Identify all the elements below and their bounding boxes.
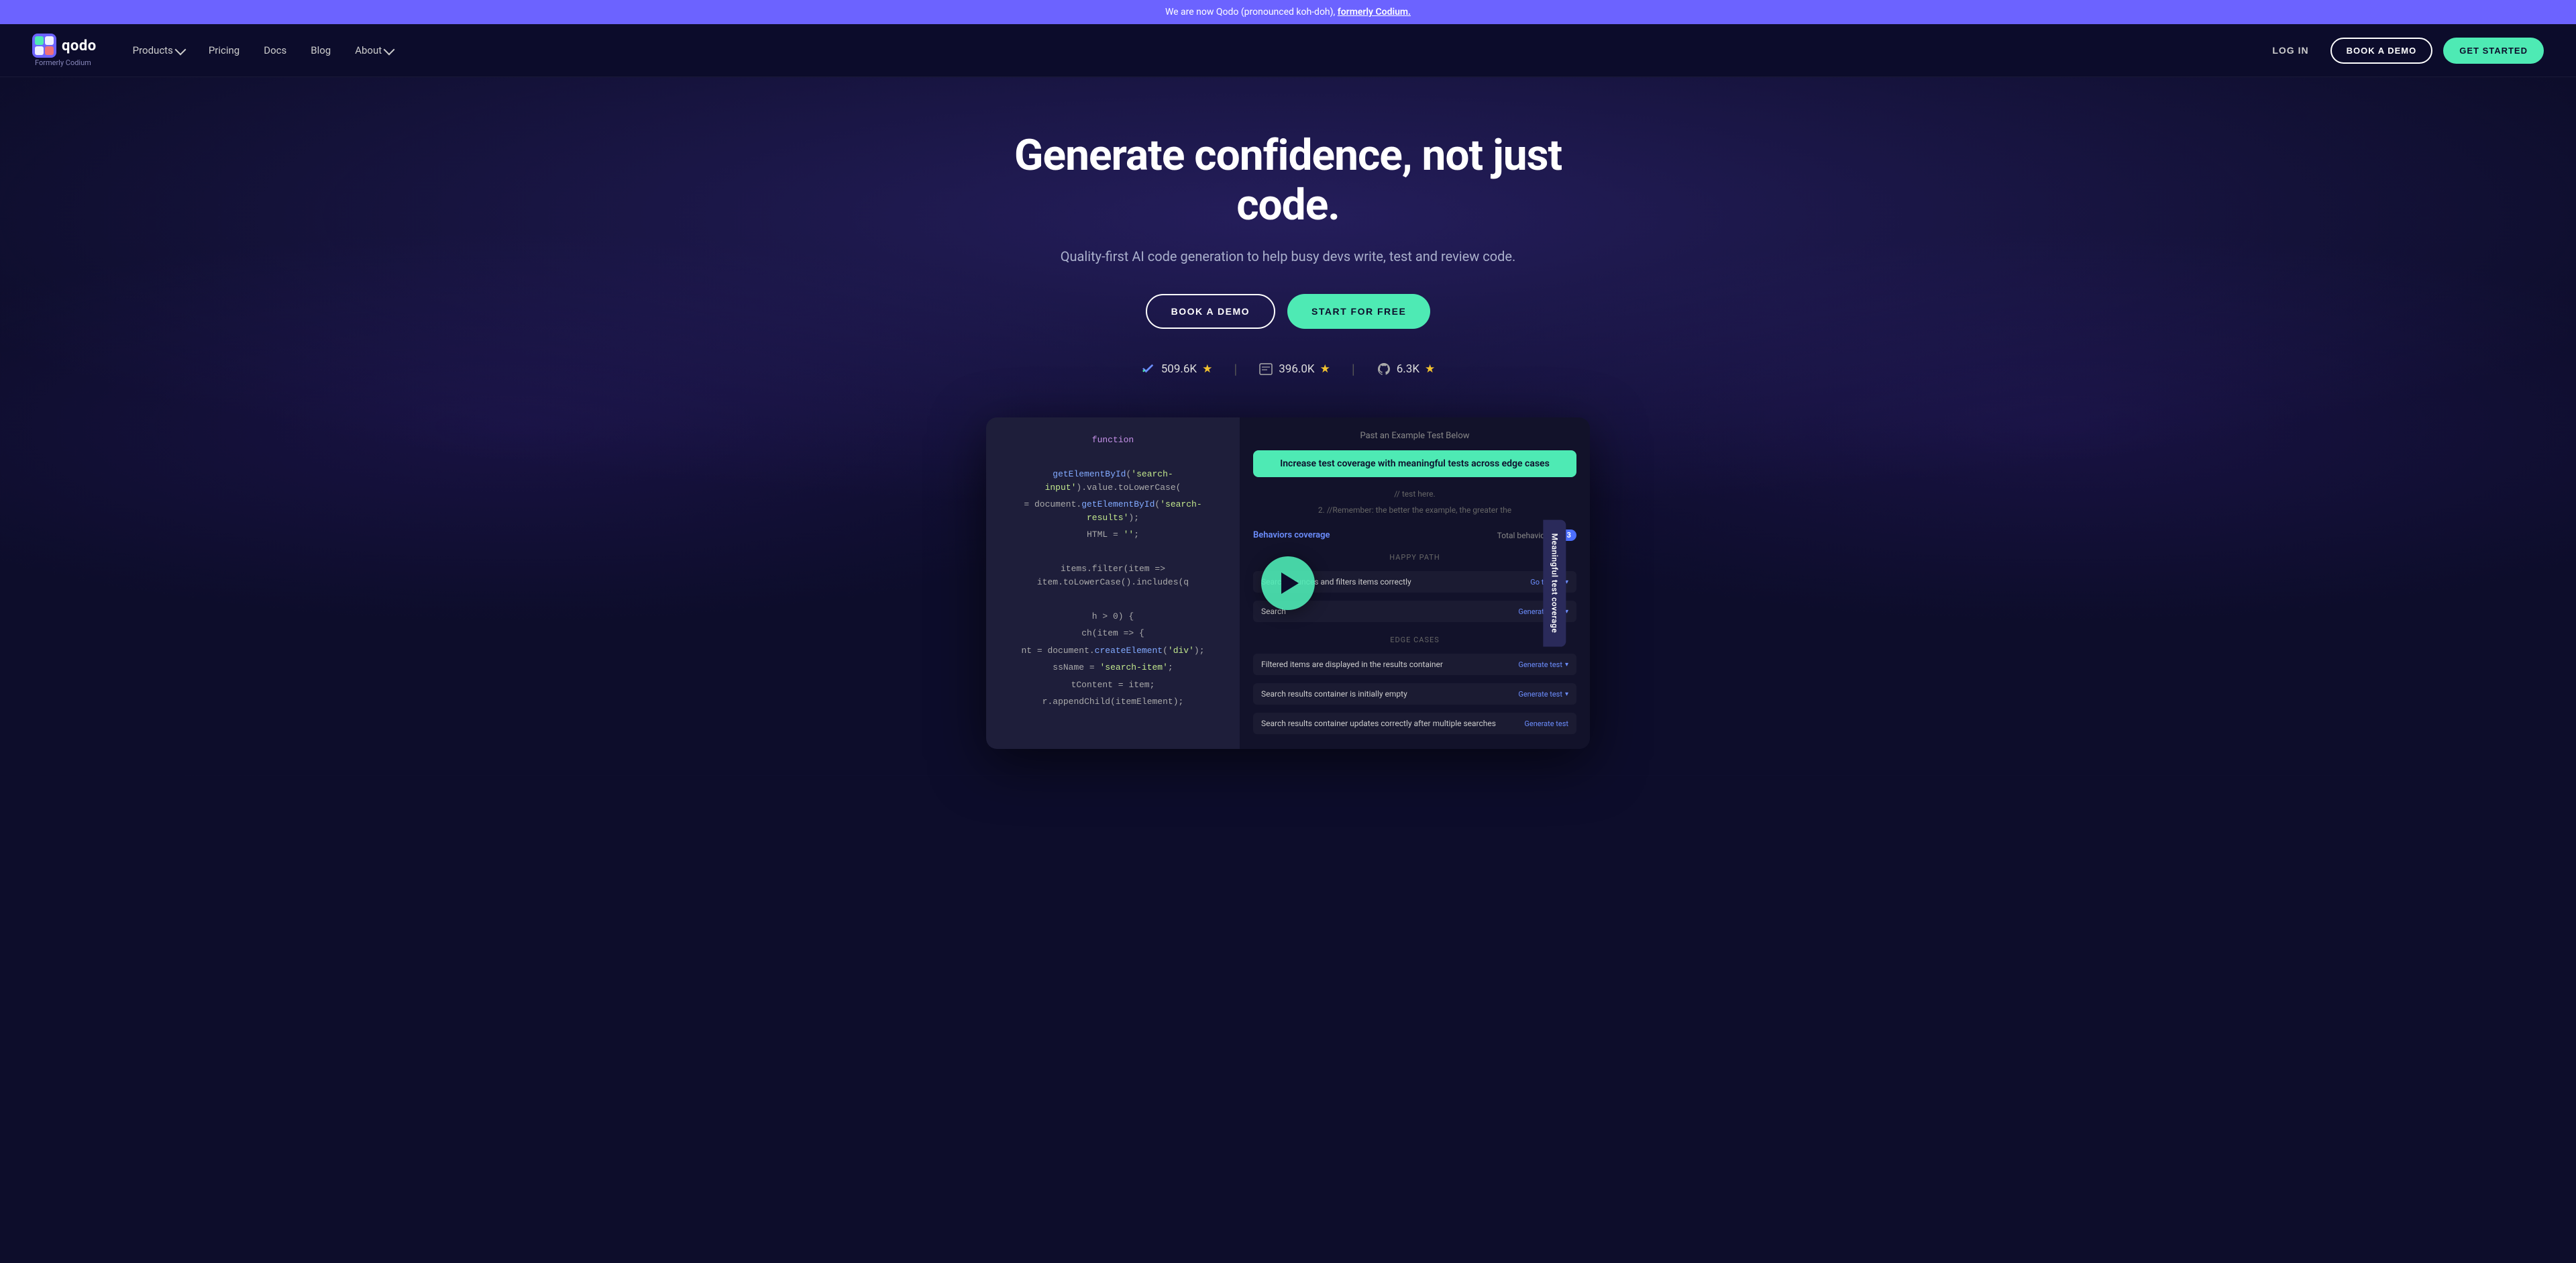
hero-section: Generate confidence, not just code. Qual… xyxy=(0,77,2576,776)
code-line xyxy=(1000,451,1226,464)
nav-products[interactable]: Products xyxy=(123,39,194,62)
edge-cases-label: EDGE CASES xyxy=(1253,636,1576,644)
about-chevron-icon xyxy=(384,44,395,55)
stat-editor-star: ★ xyxy=(1320,362,1330,376)
behaviors-header: Behaviors coverage Total behaviors 13 xyxy=(1253,529,1576,541)
code-line: = document.getElementById('search-result… xyxy=(1000,498,1226,524)
announcement-link[interactable]: formerly Codium. xyxy=(1338,7,1411,17)
play-button[interactable] xyxy=(1261,556,1315,610)
nav-links: Products Pricing Docs Blog About xyxy=(123,39,2262,62)
code-line: tContent = item; xyxy=(1000,678,1226,692)
code-line: r.appendChild(itemElement); xyxy=(1000,695,1226,709)
get-started-nav-button[interactable]: GET STARTED xyxy=(2443,38,2544,64)
stat-vscode-value: 509.6K xyxy=(1161,362,1197,376)
test-row: Search results container updates correct… xyxy=(1253,713,1576,734)
chevron-down-icon: ▾ xyxy=(1565,661,1568,668)
side-tab: Meaningful test coverage xyxy=(1544,520,1566,647)
behaviors-label: Behaviors coverage xyxy=(1253,530,1330,540)
login-button[interactable]: LOG IN xyxy=(2261,40,2319,61)
code-line: ssName = 'search-item'; xyxy=(1000,661,1226,674)
formerly-text: Formerly Codium xyxy=(32,58,97,67)
nav-docs[interactable]: Docs xyxy=(254,39,296,62)
edge-test-1: Filtered items are displayed in the resu… xyxy=(1261,660,1443,669)
logo-row: qodo xyxy=(32,34,97,58)
code-line: getElementById('search-input').value.toL… xyxy=(1000,468,1226,494)
test-row: Filtered items are displayed in the resu… xyxy=(1253,654,1576,675)
code-line: h > 0) { xyxy=(1000,610,1226,623)
stat-github-star: ★ xyxy=(1425,362,1435,376)
code-line: HTML = ''; xyxy=(1000,528,1226,542)
code-line: ch(item => { xyxy=(1000,627,1226,640)
play-triangle-icon xyxy=(1281,572,1299,594)
hero-start-free-button[interactable]: START FOR FREE xyxy=(1287,294,1430,329)
book-demo-nav-button[interactable]: BOOK A DEMO xyxy=(2330,38,2433,64)
generate-test-button-3[interactable]: Generate test ▾ xyxy=(1518,690,1568,699)
hero-book-demo-button[interactable]: BOOK A DEMO xyxy=(1146,294,1275,329)
stat-github: 6.3K ★ xyxy=(1377,362,1436,376)
edge-test-3: Search results container updates correct… xyxy=(1261,719,1496,728)
code-line: items.filter(item => item.toLowerCase().… xyxy=(1000,562,1226,589)
instructions-1: // test here. xyxy=(1253,489,1576,499)
demo-preview: function getElementById('search-input').… xyxy=(986,417,1590,749)
stat-vscode-star: ★ xyxy=(1202,362,1212,376)
nav-actions: LOG IN BOOK A DEMO GET STARTED xyxy=(2261,38,2544,64)
code-line: function xyxy=(1000,434,1226,447)
hero-buttons: BOOK A DEMO START FOR FREE xyxy=(1146,294,1431,329)
stat-vscode: 509.6K ★ xyxy=(1141,362,1213,376)
nav-pricing[interactable]: Pricing xyxy=(199,39,249,62)
stat-github-value: 6.3K xyxy=(1397,362,1419,376)
logo-icon xyxy=(32,34,56,58)
edge-test-2: Search results container is initially em… xyxy=(1261,689,1407,699)
editor-icon xyxy=(1258,362,1273,376)
announcement-bar: We are now Qodo (pronounced koh-doh), fo… xyxy=(0,0,2576,24)
products-chevron-icon xyxy=(174,44,186,55)
announcement-text: We are now Qodo (pronounced koh-doh), xyxy=(1165,7,1338,17)
test-green-bar: Increase test coverage with meaningful t… xyxy=(1253,450,1576,477)
generate-test-button-2[interactable]: Generate test ▾ xyxy=(1518,660,1568,669)
vscode-icon xyxy=(1141,362,1156,376)
stat-divider-2: | xyxy=(1352,361,1355,377)
nav-about[interactable]: About xyxy=(345,39,402,62)
code-line: nt = document.createElement('div'); xyxy=(1000,644,1226,658)
test-row: Search results container is initially em… xyxy=(1253,683,1576,705)
logo-text: qodo xyxy=(62,38,97,54)
logo-area: qodo Formerly Codium xyxy=(32,34,97,67)
nav-blog[interactable]: Blog xyxy=(301,39,340,62)
code-panel: function getElementById('search-input').… xyxy=(986,417,1240,749)
chevron-down-icon: ▾ xyxy=(1565,691,1568,698)
navbar: qodo Formerly Codium Products Pricing Do… xyxy=(0,24,2576,77)
stat-divider-1: | xyxy=(1234,361,1237,377)
code-line xyxy=(1000,546,1226,559)
stat-editor-value: 396.0K xyxy=(1279,362,1314,376)
github-icon xyxy=(1377,362,1391,376)
instructions-2: 2. //Remember: the better the example, t… xyxy=(1253,505,1576,515)
stat-editor: 396.0K ★ xyxy=(1258,362,1330,376)
hero-subtitle: Quality-first AI code generation to help… xyxy=(1061,246,1516,267)
code-line xyxy=(1000,593,1226,606)
stats-row: 509.6K ★ | 396.0K ★ | 6.3K ★ xyxy=(1141,361,1436,377)
generate-test-button-4[interactable]: Generate test xyxy=(1524,719,1568,728)
test-header: Past an Example Test Below xyxy=(1253,431,1576,441)
hero-title: Generate confidence, not just code. xyxy=(986,131,1590,230)
